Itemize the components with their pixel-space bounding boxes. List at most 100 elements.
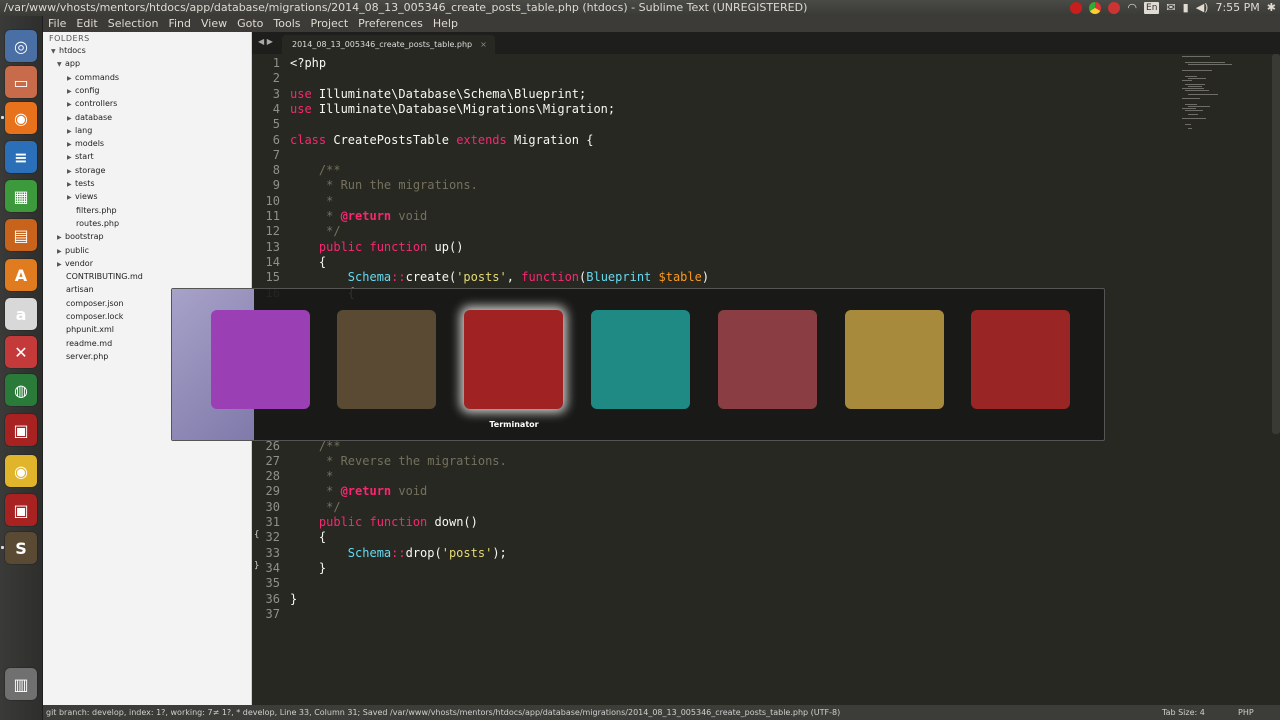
switcher-file-cabinet-icon[interactable] [718,310,817,409]
disclosure-open-icon[interactable]: ▼ [51,46,59,57]
launcher-writer-icon[interactable]: ≡ [5,141,37,173]
tree-item-server-php[interactable]: server.php [66,351,108,362]
tree-item-phpunit-xml[interactable]: phpunit.xml [66,324,114,335]
tab-create-posts-table[interactable]: 2014_08_13_005346_create_posts_table.php… [282,35,495,54]
disclosure-open-icon[interactable]: ▼ [57,59,65,70]
menu-item-selection[interactable]: Selection [108,16,159,32]
disclosure-closed-icon[interactable]: ▶ [67,86,75,97]
launcher-software-center-icon[interactable]: A [5,259,37,291]
minimap-line [1188,114,1198,115]
tree-item-filters-php[interactable]: filters.php [76,205,117,216]
menu-item-project[interactable]: Project [311,16,349,32]
tree-item-public[interactable]: ▶ public [57,245,89,257]
syntax-selector[interactable]: PHP [1238,705,1254,720]
disclosure-closed-icon[interactable]: ▶ [67,179,75,190]
menu-item-file[interactable]: File [48,16,66,32]
switcher-sublime-text-icon[interactable] [337,310,436,409]
disclosure-closed-icon[interactable]: ▶ [67,166,75,177]
close-icon[interactable]: × [480,35,487,54]
tree-item-commands[interactable]: ▶ commands [67,72,119,84]
menu-item-tools[interactable]: Tools [273,16,300,32]
code-line: class CreatePostsTable extends Migration… [290,133,593,148]
launcher-settings-icon[interactable]: ✕ [5,336,37,368]
disclosure-closed-icon[interactable]: ▶ [67,73,75,84]
menu-item-help[interactable]: Help [433,16,458,32]
stop-icon[interactable] [1108,2,1121,14]
files-icon: ▭ [13,72,29,92]
launcher-ubuntu-icon[interactable]: ◎ [5,30,37,62]
tab-nav-arrows-icon[interactable]: ◀ ▶ [258,37,273,46]
launcher-impress-icon[interactable]: ▤ [5,219,37,251]
tree-item-config[interactable]: ▶ config [67,85,99,97]
tree-item-composer-json[interactable]: composer.json [66,298,124,309]
keyboard-layout-indicator[interactable]: En [1144,2,1160,14]
tree-item-models[interactable]: ▶ models [67,138,104,150]
launcher-terminator-icon[interactable]: ▣ [5,494,37,526]
tree-item-label: models [75,139,105,149]
record-icon[interactable] [1070,2,1083,14]
disclosure-closed-icon[interactable]: ▶ [67,113,75,124]
tree-item-app[interactable]: ▼ app [57,58,80,70]
menu-item-goto[interactable]: Goto [237,16,263,32]
disclosure-closed-icon[interactable]: ▶ [57,232,65,243]
volume-icon[interactable]: ◀) [1196,0,1209,16]
disclosure-closed-icon[interactable]: ▶ [67,126,75,137]
disclosure-closed-icon[interactable]: ▶ [67,139,75,150]
tree-item-views[interactable]: ▶ views [67,191,98,203]
launcher-sublime-text-icon[interactable]: S [5,532,37,564]
tree-item-readme-md[interactable]: readme.md [66,338,112,349]
tree-item-contributing-md[interactable]: CONTRIBUTING.md [66,271,143,282]
launcher-files-icon[interactable]: ▭ [5,66,37,98]
launcher-terminator-icon[interactable]: ▣ [5,414,37,446]
chrome-icon: ◉ [14,461,28,481]
menu-item-find[interactable]: Find [168,16,191,32]
menu-item-view[interactable]: View [201,16,227,32]
tree-item-label: vendor [65,258,93,268]
vertical-scrollbar[interactable] [1272,54,1280,434]
code-token: @return [340,484,392,499]
tree-item-bootstrap[interactable]: ▶ bootstrap [57,231,104,243]
tree-item-lang[interactable]: ▶ lang [67,125,92,137]
launcher-chrome-icon[interactable]: ◉ [5,455,37,487]
switcher-terminator-icon[interactable] [464,310,563,409]
tree-item-controllers[interactable]: ▶ controllers [67,98,117,110]
disclosure-closed-icon[interactable]: ▶ [57,259,65,270]
launcher-calc-icon[interactable]: ▦ [5,180,37,212]
wifi-icon[interactable]: ◠ [1127,0,1137,16]
switcher-camera-icon[interactable] [591,310,690,409]
disclosure-closed-icon[interactable]: ▶ [67,99,75,110]
tree-item-htdocs[interactable]: ▼ htdocs [51,45,86,57]
minimap-line [1182,88,1204,89]
tree-item-vendor[interactable]: ▶ vendor [57,258,93,270]
switcher-window-icon[interactable] [211,310,310,409]
clock[interactable]: 7:55 PM [1215,0,1259,16]
menu-item-preferences[interactable]: Preferences [358,16,423,32]
minimap[interactable] [1182,54,1270,134]
disclosure-closed-icon[interactable]: ▶ [57,246,65,257]
tree-item-artisan[interactable]: artisan [66,284,94,295]
switcher-terminator-icon[interactable] [971,310,1070,409]
disclosure-closed-icon[interactable]: ▶ [67,152,75,163]
tree-item-routes-php[interactable]: routes.php [76,218,119,229]
launcher-amazon-icon[interactable]: a [5,298,37,330]
mail-icon[interactable]: ✉ [1166,0,1175,16]
code-token: <?php [290,56,327,70]
tree-item-composer-lock[interactable]: composer.lock [66,311,123,322]
launcher-firefox-icon[interactable]: ◉ [5,102,37,134]
launcher-globe-icon[interactable]: ◍ [5,374,37,406]
launcher-trash-icon[interactable]: ▥ [5,668,37,700]
gear-icon[interactable]: ✱ [1267,0,1276,16]
tree-item-start[interactable]: ▶ start [67,151,94,163]
code-line: public function down() [290,515,478,530]
tab-size-selector[interactable]: Tab Size: 4 [1162,705,1205,720]
chrome-icon[interactable] [1089,2,1102,14]
disclosure-closed-icon[interactable]: ▶ [67,192,75,203]
battery-icon[interactable]: ▮ [1183,0,1189,16]
tree-item-database[interactable]: ▶ database [67,112,112,124]
tree-item-tests[interactable]: ▶ tests [67,178,95,190]
tree-item-label: routes.php [76,218,120,228]
pip-firefox [1,116,4,119]
tree-item-storage[interactable]: ▶ storage [67,165,105,177]
menu-item-edit[interactable]: Edit [76,16,97,32]
switcher-chrome-icon[interactable] [845,310,944,409]
